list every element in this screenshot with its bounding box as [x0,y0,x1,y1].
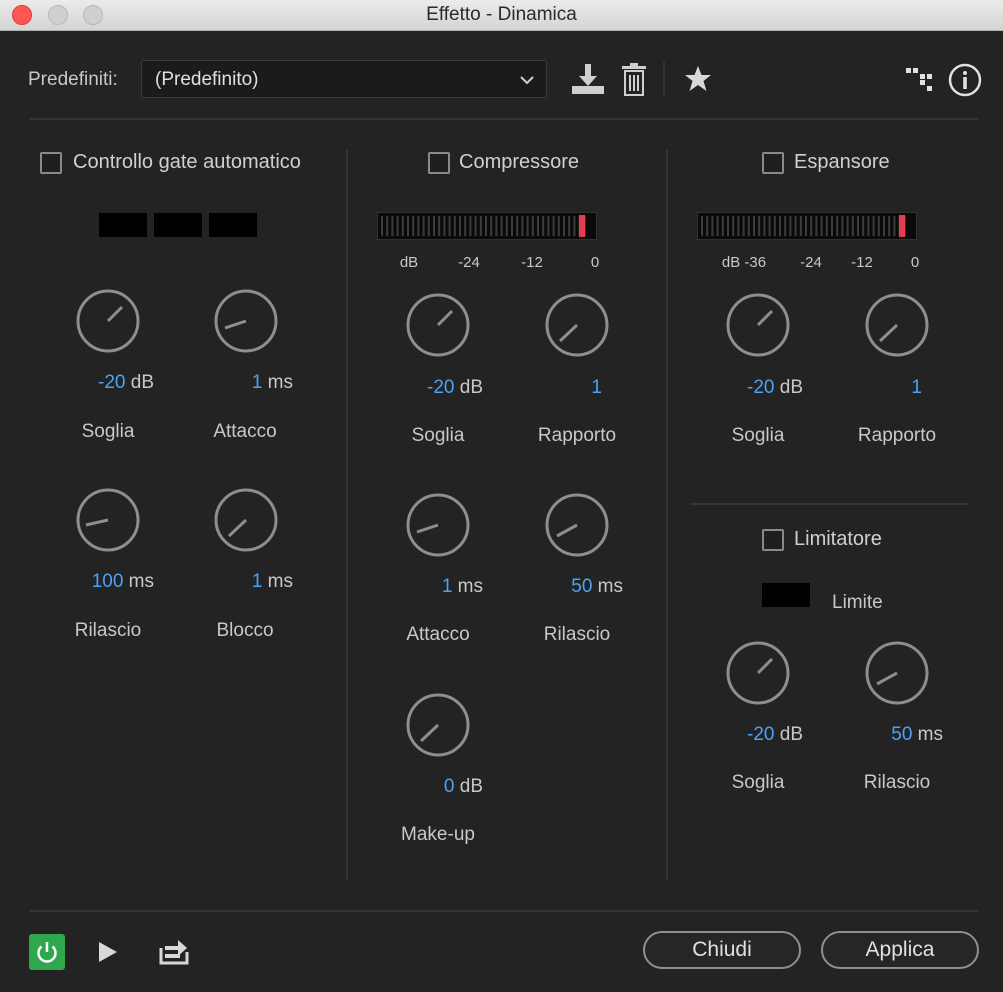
preset-dropdown[interactable]: (Predefinito) [141,60,547,98]
compressor-meter-tick: -12 [521,254,543,271]
title-bar: Effetto - Dinamica [0,0,1003,31]
limiter-enable-checkbox[interactable] [762,529,784,551]
close-button[interactable]: Chiudi [643,931,801,969]
info-icon[interactable] [948,63,982,97]
compressor-makeup-value[interactable]: 0 dB [370,776,483,798]
presets-label: Predefiniti: [28,69,118,90]
expander-gain-meter [697,212,917,240]
expander-meter-tick: -12 [851,254,873,271]
gate-attack-value[interactable]: 1 ms [180,372,293,394]
power-icon [37,942,57,963]
gate-hold-value[interactable]: 1 ms [180,571,293,593]
compressor-release-label: Rilascio [543,624,611,645]
gate-release-knob[interactable] [75,487,141,553]
limiter-release-value[interactable]: 50 ms [830,724,943,746]
limiter-limit-field[interactable] [762,583,810,607]
gate-enable-checkbox[interactable] [40,152,62,174]
trash-icon[interactable] [620,62,648,96]
compressor-threshold-value[interactable]: -20 dB [370,377,483,399]
compressor-meter-tick: 0 [590,254,600,271]
column-divider [346,150,348,880]
compressor-makeup-knob[interactable] [405,692,471,758]
expander-enable-checkbox[interactable] [762,152,784,174]
compressor-meter-tick: dB [399,254,419,271]
gate-hold-label: Blocco [216,620,274,641]
limiter-limit-label: Limite [832,592,883,613]
limiter-title: Limitatore [794,528,882,550]
expander-meter-tick: 0 [910,254,920,271]
limiter-release-knob[interactable] [864,640,930,706]
expander-meter-tick: -24 [800,254,822,271]
compressor-attack-knob[interactable] [405,492,471,558]
preset-value: (Predefinito) [155,69,259,90]
expander-threshold-label: Soglia [731,425,785,446]
compressor-ratio-value[interactable]: 1 [510,377,602,399]
limiter-release-label: Rilascio [863,772,931,793]
expander-threshold-value[interactable]: -20 dB [690,377,803,399]
compressor-ratio-label: Rapporto [537,425,617,446]
star-icon[interactable] [683,64,713,94]
chevron-down-icon [520,76,534,85]
expander-title: Espansore [794,151,890,173]
footer-separator [29,910,978,912]
routing-icon[interactable] [904,66,934,94]
gate-attack-label: Attacco [213,421,277,442]
compressor-threshold-label: Soglia [411,425,465,446]
gate-attack-knob[interactable] [213,288,279,354]
power-button[interactable] [29,934,65,970]
expander-ratio-label: Rapporto [857,425,937,446]
expander-ratio-knob[interactable] [864,292,930,358]
gate-level-indicator [209,213,257,237]
limiter-threshold-value[interactable]: -20 dB [690,724,803,746]
export-icon[interactable] [158,938,190,966]
toolbar-separator [29,118,978,120]
gate-threshold-label: Soglia [81,421,135,442]
gate-level-indicator [154,213,202,237]
expander-ratio-value[interactable]: 1 [830,377,922,399]
gate-hold-knob[interactable] [213,487,279,553]
compressor-makeup-label: Make-up [401,824,475,845]
column-divider [666,150,668,880]
download-icon[interactable] [570,62,606,96]
gate-title: Controllo gate automatico [73,151,301,173]
compressor-threshold-knob[interactable] [405,292,471,358]
compressor-release-value[interactable]: 50 ms [510,576,623,598]
compressor-title: Compressore [459,151,580,173]
gate-threshold-knob[interactable] [75,288,141,354]
gate-release-value[interactable]: 100 ms [40,571,154,593]
compressor-attack-value[interactable]: 1 ms [370,576,483,598]
compressor-release-knob[interactable] [544,492,610,558]
toolbar-divider [663,62,665,96]
play-icon[interactable] [96,940,120,964]
compressor-gain-meter [377,212,597,240]
limiter-threshold-knob[interactable] [725,640,791,706]
compressor-enable-checkbox[interactable] [428,152,450,174]
expander-threshold-knob[interactable] [725,292,791,358]
gate-level-indicator [99,213,147,237]
apply-button[interactable]: Applica [821,931,979,969]
gate-threshold-value[interactable]: -20 dB [40,372,154,394]
compressor-ratio-knob[interactable] [544,292,610,358]
compressor-attack-label: Attacco [406,624,470,645]
limiter-threshold-label: Soglia [731,772,785,793]
window-title: Effetto - Dinamica [426,4,577,25]
limiter-separator [690,503,968,505]
compressor-meter-tick: -24 [458,254,480,271]
gate-release-label: Rilascio [74,620,142,641]
expander-meter-tick: dB -36 [721,254,767,271]
